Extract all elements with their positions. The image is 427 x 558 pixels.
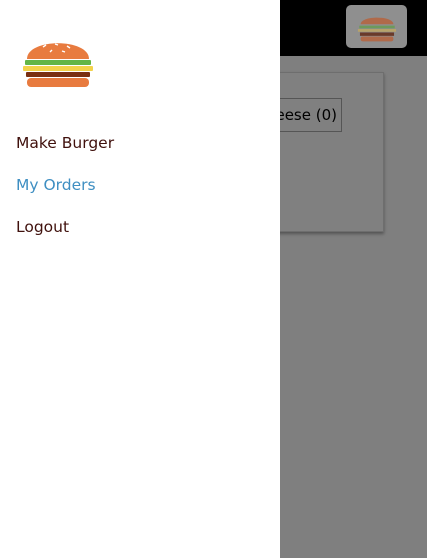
logout-link[interactable]: Logout <box>16 214 69 240</box>
nav-item-logout: Logout <box>16 214 114 256</box>
burger-logo-icon[interactable] <box>346 5 407 48</box>
nav-item-my-orders: My Orders <box>16 172 114 214</box>
drawer-nav: Make Burger My Orders Logout <box>16 130 114 256</box>
my-orders-link[interactable]: My Orders <box>16 172 96 198</box>
nav-item-make-burger: Make Burger <box>16 130 114 172</box>
make-burger-link[interactable]: Make Burger <box>16 130 114 156</box>
side-drawer: Make Burger My Orders Logout <box>0 0 280 558</box>
burger-logo-icon <box>23 36 93 88</box>
